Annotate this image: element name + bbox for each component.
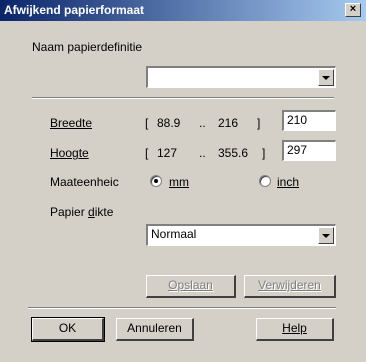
ok-button[interactable]: OK: [31, 317, 105, 342]
cancel-button-label: Annuleren: [127, 321, 182, 335]
width-min: 88.9: [157, 116, 181, 130]
delete-button[interactable]: Verwijderen: [244, 275, 336, 298]
paper-thickness-dropdown-button[interactable]: [318, 227, 334, 244]
paper-definition-select[interactable]: [146, 66, 336, 88]
close-icon: ×: [349, 3, 357, 15]
help-button[interactable]: Help: [256, 318, 334, 341]
close-button[interactable]: ×: [345, 3, 361, 17]
chevron-down-icon: [322, 76, 330, 80]
width-range-open: [: [145, 116, 149, 130]
paper-definition-label: Naam papierdefinitie: [32, 40, 143, 54]
height-range-sep: ..: [199, 146, 206, 160]
chevron-down-icon: [322, 234, 330, 238]
unit-mm-label[interactable]: mm: [169, 175, 189, 189]
paper-thickness-select[interactable]: Normaal: [146, 224, 336, 246]
width-value: 210: [287, 113, 308, 127]
unit-mm-radio[interactable]: [150, 175, 162, 187]
unit-label: Maateenheic: [50, 175, 119, 189]
save-button[interactable]: Opslaan: [146, 275, 236, 298]
window-title: Afwijkend papierformaat: [4, 3, 145, 17]
paper-definition-dropdown-button[interactable]: [318, 69, 334, 86]
height-value: 297: [287, 143, 308, 157]
width-input[interactable]: 210: [282, 110, 336, 131]
title-bar[interactable]: Afwijkend papierformaat ×: [0, 0, 366, 21]
paper-thickness-label: Papier dikte: [50, 205, 114, 219]
delete-button-label: Verwijderen: [258, 278, 321, 292]
custom-paper-size-dialog: Afwijkend papierformaat × Naam papierdef…: [0, 0, 366, 362]
unit-inch-radio[interactable]: [259, 175, 271, 187]
height-max: 355.6: [218, 146, 249, 160]
width-range-close: ]: [257, 116, 261, 130]
width-max: 216: [218, 116, 239, 130]
save-button-label: Opslaan: [168, 278, 213, 292]
help-button-label: Help: [282, 321, 307, 335]
height-min: 127: [157, 146, 178, 160]
height-input[interactable]: 297: [282, 140, 336, 161]
height-range-open: [: [145, 146, 149, 160]
cancel-button[interactable]: Annuleren: [116, 318, 194, 341]
paper-thickness-value: Normaal: [151, 227, 197, 241]
unit-inch-label[interactable]: inch: [277, 175, 299, 189]
height-label: Hoogte: [50, 146, 89, 160]
separator: [28, 307, 336, 309]
radio-selected-dot: [154, 179, 158, 183]
width-label: Breedte: [50, 116, 93, 130]
height-range-close: ]: [262, 146, 266, 160]
separator: [32, 97, 334, 99]
width-range-sep: ..: [199, 116, 206, 130]
ok-button-label: OK: [58, 321, 77, 335]
